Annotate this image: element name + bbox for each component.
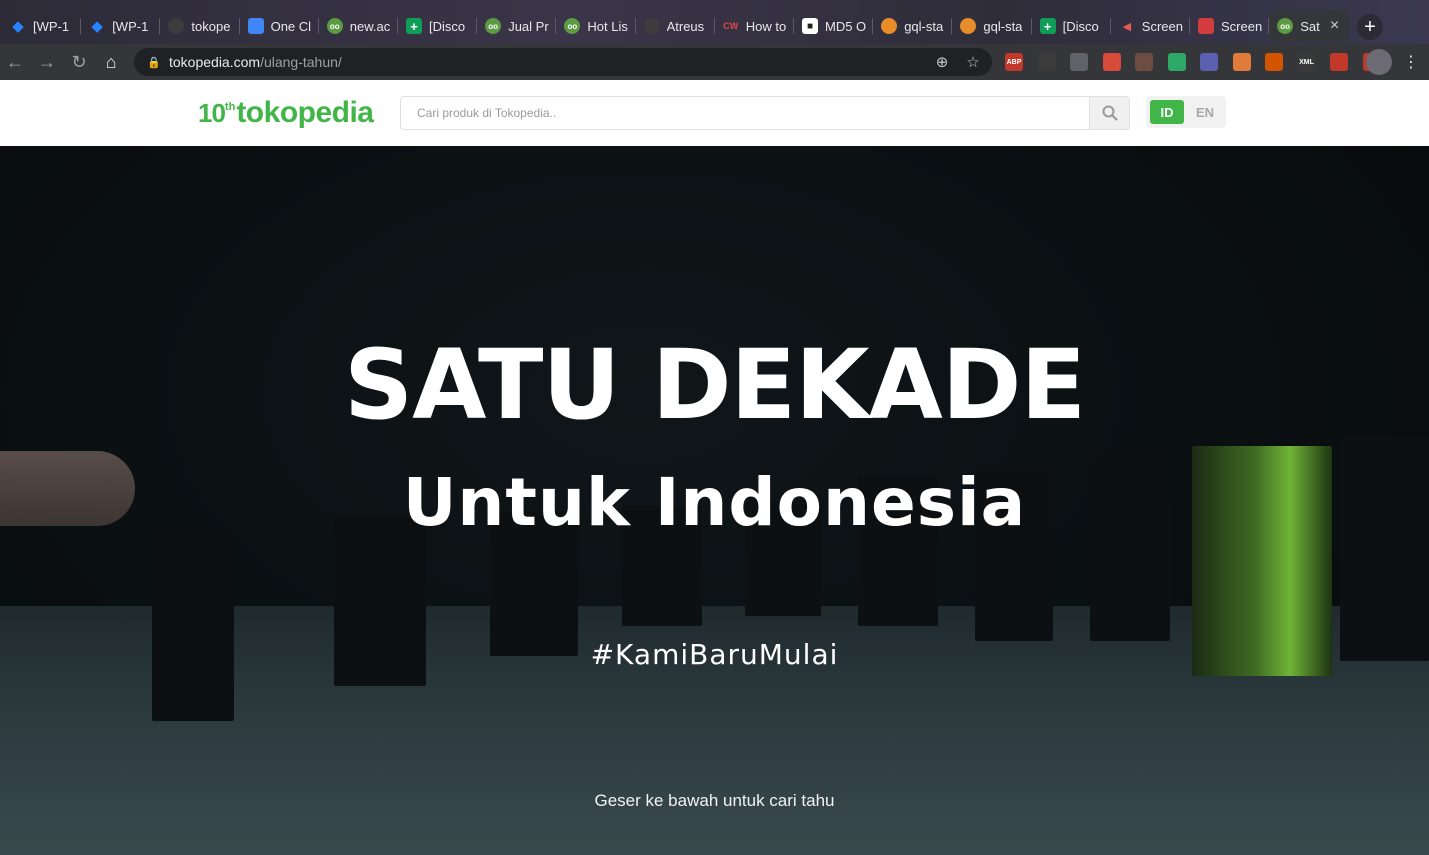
hero-hashtag: #KamiBaruMulai [590, 638, 839, 671]
browser-tab[interactable]: oo Sat × [1269, 10, 1350, 42]
hero-section: SATU DEKADE Untuk Indonesia #KamiBaruMul… [0, 146, 1429, 855]
browser-tab-label: [Disco [1062, 18, 1099, 34]
browser-tab-label: [WP-1 [33, 18, 70, 34]
hero-title: SATU DEKADE [343, 329, 1086, 441]
google-docs-icon [247, 18, 264, 34]
google-sheets-icon: + [406, 18, 422, 34]
browser-tab[interactable]: tokope [160, 10, 240, 42]
browser-tab-label: One Cl [270, 18, 312, 34]
jira-icon: ◆ [91, 18, 103, 35]
screenshot-icon [1198, 18, 1214, 34]
browser-tab[interactable]: ◆ [WP-1 [81, 10, 161, 42]
extension-icon[interactable]: ABP [1005, 53, 1023, 71]
extension-icon[interactable] [1037, 53, 1056, 71]
browser-tab[interactable]: Atreus [636, 10, 715, 42]
logo-name: tokopedia [236, 96, 374, 129]
back-icon[interactable]: ← [2, 49, 28, 75]
language-switcher: ID EN [1146, 96, 1226, 128]
graphql-icon [881, 18, 898, 34]
browser-tab[interactable]: oo Jual Pr [477, 10, 557, 42]
browser-tab[interactable]: CW How to [715, 10, 794, 42]
lock-icon: ■ [802, 18, 818, 34]
home-icon[interactable]: ⌂ [98, 49, 124, 75]
browser-tab-strip: ◆ [WP-1 ◆ [WP-1 tokope One Cl oo new.ac + [Disco o… [0, 0, 1429, 44]
search-icon [1102, 105, 1118, 121]
address-url: tokopedia.com/ulang-tahun/ [169, 54, 342, 70]
extension-icon[interactable] [1102, 53, 1121, 71]
browser-tab[interactable]: oo Hot Lis [556, 10, 636, 42]
browser-tab-label: gql-sta [983, 18, 1023, 34]
new-tab-button[interactable]: + [1357, 14, 1383, 40]
browser-tab-label: new.ac [349, 18, 391, 34]
browser-tab[interactable]: Screen [1190, 10, 1270, 42]
reload-icon[interactable]: ↻ [66, 49, 92, 75]
search-input[interactable]: Cari produk di Tokopedia.. [417, 106, 556, 120]
github-icon [168, 18, 185, 34]
tokopedia-icon: oo [564, 18, 581, 34]
browser-tab-label: Hot Lis [587, 18, 628, 34]
graphql-icon [960, 18, 977, 34]
tokopedia-icon: oo [485, 18, 502, 34]
lock-icon: 🔒 [147, 56, 161, 69]
logo-th: th [224, 101, 236, 113]
browser-tab[interactable]: + [Disco [1032, 10, 1111, 42]
domino-image [152, 526, 234, 721]
browser-tab-label: [Disco [429, 18, 466, 34]
extension-icon[interactable] [1200, 53, 1218, 71]
extension-icon[interactable] [1330, 53, 1348, 71]
site-header: 10 th tokopedia Cari produk di Tokopedia… [0, 80, 1429, 146]
browser-tab[interactable]: gql-sta [873, 10, 953, 42]
browser-tab-label: Screen [1221, 18, 1263, 34]
scroll-hint: Geser ke bawah untuk cari tahu [594, 791, 835, 810]
search-button[interactable] [1089, 97, 1129, 129]
browser-tab[interactable]: oo new.ac [319, 10, 398, 42]
browser-tab[interactable]: ◆ [WP-1 [2, 10, 82, 42]
tokopedia-icon: oo [1277, 18, 1294, 34]
github-icon [643, 18, 660, 34]
search-bar[interactable]: Cari produk di Tokopedia.. [400, 96, 1130, 130]
lang-en-button[interactable]: EN [1188, 100, 1222, 124]
screencast-icon: ◀ [1122, 20, 1132, 33]
browser-tab-label: Atreus [666, 18, 705, 34]
profile-avatar[interactable] [1366, 49, 1392, 75]
browser-tab[interactable]: ◀ Screen [1111, 10, 1190, 42]
logo-ten: 10 [198, 98, 226, 128]
browser-tab-label: MD5 O [825, 18, 867, 34]
extension-icon[interactable]: XML [1297, 53, 1316, 71]
browser-tab-label: [WP-1 [112, 18, 149, 34]
extension-icon[interactable] [1265, 53, 1283, 71]
jira-icon: ◆ [12, 18, 24, 35]
forward-icon[interactable]: → [34, 49, 60, 75]
cw-icon: CW [723, 21, 739, 31]
extension-icon[interactable] [1135, 53, 1153, 71]
lang-id-button[interactable]: ID [1150, 100, 1184, 124]
browser-menu-icon[interactable]: ⋮ [1398, 49, 1424, 75]
browser-tab[interactable]: + [Disco [398, 10, 478, 42]
google-sheets-icon: + [1039, 18, 1056, 34]
hero-subtitle: Untuk Indonesia [402, 464, 1027, 541]
bookmark-star-icon[interactable]: ☆ [963, 52, 983, 72]
tokopedia-logo[interactable]: 10 th tokopedia [198, 96, 374, 130]
browser-tab-label: tokope [191, 18, 231, 34]
browser-tab[interactable]: One Cl [240, 10, 319, 42]
address-bar[interactable]: 🔒 tokopedia.com/ulang-tahun/ ⊕ ☆ [134, 48, 992, 76]
browser-tab[interactable]: gql-sta [952, 10, 1032, 42]
extension-icon[interactable] [1070, 53, 1088, 71]
browser-tab-label: Jual Pr [508, 18, 549, 34]
extension-icon[interactable] [1167, 53, 1186, 71]
close-tab-icon[interactable]: × [1330, 17, 1339, 35]
browser-tab-label: How to [745, 18, 787, 34]
extension-icon[interactable] [1232, 53, 1251, 71]
browser-tab-label: gql-sta [904, 18, 944, 34]
install-app-icon[interactable]: ⊕ [932, 52, 952, 72]
browser-tab[interactable]: ■ MD5 O [794, 10, 874, 42]
browser-tab-label: Screen [1141, 18, 1183, 34]
tokopedia-icon: oo [326, 18, 343, 34]
